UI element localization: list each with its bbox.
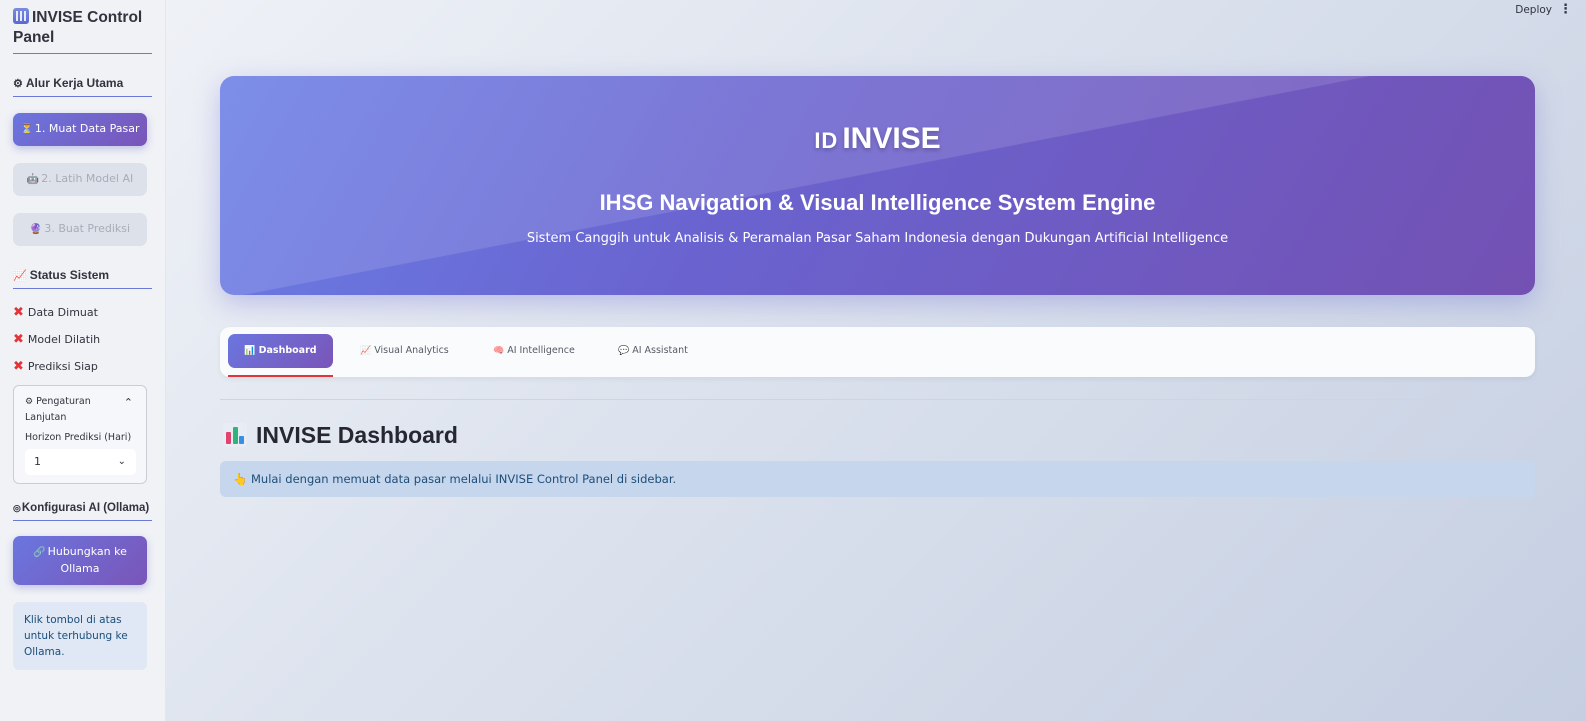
load-data-button[interactable]: ⏳ 1. Muat Data Pasar xyxy=(13,113,147,146)
tab-ai-assistant[interactable]: 💬 AI Assistant xyxy=(608,334,698,368)
info-box: Klik tombol di atas untuk terhubung ke O… xyxy=(13,602,147,670)
sidebar: INVISE Control Panel ⚙ Alur Kerja Utama ⏳… xyxy=(0,0,166,721)
tab-visual-analytics[interactable]: 📈 Visual Analytics xyxy=(350,334,459,368)
crystal-ball-icon: 🔮 xyxy=(29,224,43,235)
bar-chart-icon xyxy=(223,423,247,447)
make-prediction-button[interactable]: 🔮 3. Buat Prediksi xyxy=(13,213,147,246)
gear-icon: ⚙ xyxy=(25,397,34,407)
pointing-hand-icon: 👆 xyxy=(233,472,248,486)
hero-subtitle: IHSG Navigation & Visual Intelligence Sy… xyxy=(599,190,1156,215)
tab-bar: 📊 Dashboard 📈 Visual Analytics 🧠 AI Intelli… xyxy=(220,327,1535,377)
gear-icon: ⚙ xyxy=(13,78,23,90)
main-menu-icon[interactable]: ⋮ xyxy=(1559,2,1572,17)
divider xyxy=(220,399,1535,400)
speech-bubble-icon: 💬 xyxy=(618,346,630,356)
chevron-up-icon[interactable]: ⌃ xyxy=(124,396,133,409)
indonesia-flag-icon: ID xyxy=(814,128,839,153)
page-title: INVISE Dashboard xyxy=(223,419,458,451)
control-panel-icon xyxy=(13,8,29,24)
workflow-heading: ⚙ Alur Kerja Utama xyxy=(13,76,152,97)
brain-icon: 🧠 xyxy=(493,346,505,356)
status-data-loaded: ✖ Data Dimuat xyxy=(13,305,98,320)
ai-icon: ◎ xyxy=(13,503,21,513)
bar-chart-icon: 📊 xyxy=(244,346,256,356)
hero-description: Sistem Canggih untuk Analisis & Peramala… xyxy=(526,231,1229,246)
active-tab-indicator xyxy=(228,375,333,377)
hero-title: ID INVISE xyxy=(814,122,941,155)
status-heading: 📈 Status Sistem xyxy=(13,268,152,289)
error-x-icon: ✖ xyxy=(13,332,24,347)
advanced-settings-expander[interactable]: ⚙ Pengaturan Lanjutan ⌃ Horizon Prediksi… xyxy=(13,385,147,484)
tab-dashboard[interactable]: 📊 Dashboard xyxy=(228,334,333,368)
status-prediction-ready: ✖ Prediksi Siap xyxy=(13,359,98,374)
trend-chart-icon: 📈 xyxy=(360,346,372,356)
connect-ollama-button[interactable]: 🔗 Hubungkan ke Ollama xyxy=(13,536,147,585)
info-alert: 👆 Mulai dengan memuat data pasar melalui… xyxy=(220,461,1535,497)
horizon-label: Horizon Prediksi (Hari) xyxy=(25,432,132,443)
hero-banner: ID INVISE IHSG Navigation & Visual Intell… xyxy=(220,76,1535,295)
loading-icon: ⏳ xyxy=(20,124,33,135)
error-x-icon: ✖ xyxy=(13,359,24,374)
ai-config-heading: ◎Konfigurasi AI (Ollama) xyxy=(13,502,152,521)
chevron-down-icon: ⌄ xyxy=(117,456,126,467)
deploy-button[interactable]: Deploy xyxy=(1515,4,1552,16)
error-x-icon: ✖ xyxy=(13,305,24,320)
tab-ai-intelligence[interactable]: 🧠 AI Intelligence xyxy=(483,334,585,368)
link-icon: 🔗 xyxy=(33,547,46,558)
robot-icon: 🤖 xyxy=(26,174,40,185)
status-model-trained: ✖ Model Dilatih xyxy=(13,332,101,347)
expander-label: ⚙ Pengaturan Lanjutan xyxy=(25,396,91,423)
sidebar-title: INVISE Control Panel xyxy=(13,8,152,54)
train-model-button[interactable]: 🤖 2. Latih Model AI xyxy=(13,163,147,196)
trend-chart-icon: 📈 xyxy=(13,270,27,282)
horizon-select[interactable]: 1 ⌄ xyxy=(25,449,136,475)
